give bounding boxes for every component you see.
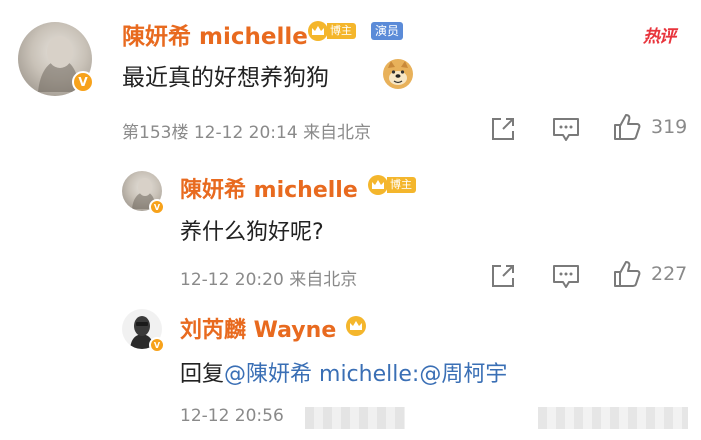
floor-number: 第153楼 xyxy=(122,123,189,143)
thumbs-up-icon[interactable] xyxy=(612,259,642,289)
verified-badge-icon: V xyxy=(72,71,94,93)
verified-badge-icon: V xyxy=(149,199,165,215)
comment-icon[interactable] xyxy=(551,116,581,144)
comment-icon[interactable] xyxy=(551,263,581,291)
reply-prefix: 回复 xyxy=(180,362,225,387)
mention-link[interactable]: @周柯宇 xyxy=(419,362,507,387)
reply-text: 回复@陳妍希 michelle:@周柯宇 xyxy=(180,356,507,388)
blogger-badge: 博主 xyxy=(367,174,416,196)
blurred-location xyxy=(305,407,405,429)
share-icon[interactable] xyxy=(489,262,517,290)
comment-location: 来自北京 xyxy=(303,123,372,143)
like-count: 227 xyxy=(651,263,688,285)
verified-badge-icon: V xyxy=(149,337,165,353)
reply-location: 来自北京 xyxy=(289,270,358,290)
crown-icon xyxy=(346,316,366,336)
comment-meta: 第153楼 12-12 20:14 来自北京 xyxy=(122,118,371,143)
like-count: 319 xyxy=(651,116,688,138)
comment-text: 最近真的好想养狗狗 xyxy=(122,65,329,91)
blurred-actions xyxy=(538,407,688,429)
doge-emoji-icon xyxy=(383,59,413,89)
mention-link[interactable]: @陳妍希 michelle xyxy=(224,362,412,387)
reply-meta: 12-12 20:20 来自北京 xyxy=(180,265,357,290)
crown-icon xyxy=(368,175,388,195)
blogger-badge: 博主 xyxy=(307,20,356,42)
hot-comment-badge: 热评 xyxy=(643,27,676,47)
thumbs-up-icon[interactable] xyxy=(612,112,642,142)
blogger-badge-label: 博主 xyxy=(327,23,356,39)
reply-username[interactable]: 陳妍希 michelle xyxy=(180,172,358,204)
reply-username[interactable]: 刘芮麟 Wayne xyxy=(180,312,336,344)
crown-icon xyxy=(308,21,328,41)
blogger-badge-label: 博主 xyxy=(387,177,416,193)
reply-datetime: 12-12 20:56 xyxy=(180,406,284,426)
comment-username[interactable]: 陳妍希 michelle xyxy=(122,17,308,51)
share-icon[interactable] xyxy=(489,115,517,143)
reply-meta: 12-12 20:56 xyxy=(180,406,284,426)
reply-datetime: 12-12 20:20 xyxy=(180,270,284,290)
comment-datetime: 12-12 20:14 xyxy=(193,123,298,143)
actor-badge: 演员 xyxy=(371,22,404,40)
reply-text: 养什么狗好呢? xyxy=(180,220,324,245)
